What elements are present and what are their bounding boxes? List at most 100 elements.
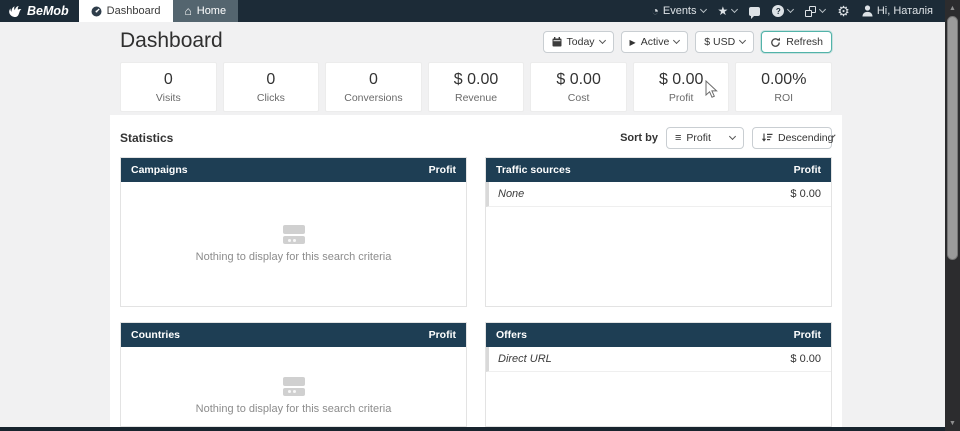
scroll-up-button[interactable]: ▲ <box>945 1 960 15</box>
panel-title: Countries <box>131 329 180 341</box>
stat-label: Conversions <box>344 92 402 104</box>
play-icon: ▶ <box>630 38 636 47</box>
stats-summary-row: 0 Visits 0 Clicks 0 Conversions $ 0.00 R… <box>120 62 832 112</box>
windows-menu[interactable] <box>805 6 825 17</box>
sort-field-dropdown[interactable]: ≡ Profit <box>666 127 744 149</box>
stat-value: 0 <box>164 70 173 89</box>
scroll-down-button[interactable]: ▼ <box>945 416 960 430</box>
events-menu[interactable]: ◔ Events <box>652 4 706 18</box>
page-title: Dashboard <box>120 29 223 53</box>
panel-countries-header: Countries Profit <box>121 323 466 347</box>
stat-value: 0 <box>369 70 378 89</box>
refresh-button[interactable]: Refresh <box>761 31 832 53</box>
help-menu[interactable]: ? <box>772 5 793 17</box>
user-menu[interactable]: Hi, Наталія <box>862 5 933 17</box>
tab-dashboard-label: Dashboard <box>107 5 161 17</box>
events-icon: ◔ <box>652 4 659 18</box>
tab-home[interactable]: ⌂ Home <box>173 0 239 22</box>
chevron-down-icon <box>832 134 836 138</box>
help-icon: ? <box>772 5 784 17</box>
stat-value: $ 0.00 <box>659 70 703 89</box>
stat-value: $ 0.00 <box>556 70 600 89</box>
status-filter-label: Active <box>641 36 670 48</box>
user-greeting: Hi, Наталія <box>877 5 933 17</box>
empty-state-text: Nothing to display for this search crite… <box>196 403 392 415</box>
bemob-logo-icon <box>8 4 23 18</box>
chevron-down-icon <box>739 37 746 44</box>
page-scrollbar[interactable]: ▲ ▼ <box>945 0 960 431</box>
stat-card-roi[interactable]: 0.00% ROI <box>735 62 832 112</box>
stat-card-clicks[interactable]: 0 Clicks <box>223 62 320 112</box>
statistics-header: Statistics Sort by ≡ Profit <box>120 126 832 150</box>
panel-campaigns-body: Nothing to display for this search crite… <box>121 182 466 306</box>
row-value: $ 0.00 <box>790 188 821 200</box>
favorites-menu[interactable]: ★ <box>718 4 738 18</box>
chat-icon <box>749 7 760 16</box>
stat-card-visits[interactable]: 0 Visits <box>120 62 217 112</box>
panel-metric: Profit <box>794 164 821 176</box>
panel-countries: Countries Profit Nothing to display for … <box>120 322 467 427</box>
empty-data-icon <box>283 225 305 244</box>
star-icon: ★ <box>718 4 729 18</box>
panel-campaigns: Campaigns Profit Nothing to display for … <box>120 157 467 307</box>
stat-card-conversions[interactable]: 0 Conversions <box>325 62 422 112</box>
table-row[interactable]: None $ 0.00 <box>486 182 831 207</box>
refresh-icon <box>770 37 781 48</box>
panel-countries-body: Nothing to display for this search crite… <box>121 347 466 426</box>
list-icon: ≡ <box>675 132 681 144</box>
stat-label: ROI <box>774 92 793 104</box>
window-bottom-edge <box>0 427 960 431</box>
dashboard-gauge-icon <box>91 6 102 17</box>
panel-title: Campaigns <box>131 164 188 176</box>
currency-label: $ USD <box>704 36 735 48</box>
statistics-section: Statistics Sort by ≡ Profit <box>110 115 842 431</box>
tab-dashboard[interactable]: Dashboard <box>79 0 173 22</box>
stat-label: Visits <box>156 92 181 104</box>
home-icon: ⌂ <box>185 4 192 18</box>
chevron-down-icon <box>699 6 706 13</box>
stat-value: 0 <box>266 70 275 89</box>
status-filter-button[interactable]: ▶ Active <box>621 31 689 53</box>
stat-label: Revenue <box>455 92 497 104</box>
currency-button[interactable]: $ USD <box>695 31 754 53</box>
panel-offers-header: Offers Profit <box>486 323 831 347</box>
panel-campaigns-header: Campaigns Profit <box>121 158 466 182</box>
panel-traffic-sources-header: Traffic sources Profit <box>486 158 831 182</box>
empty-state: Nothing to display for this search crite… <box>121 347 466 426</box>
top-navbar: BeMob Dashboard ⌂ Home ◔ Events ★ ? <box>0 0 960 22</box>
panel-traffic-sources: Traffic sources Profit None $ 0.00 <box>485 157 832 307</box>
panel-metric: Profit <box>429 164 456 176</box>
chat-button[interactable] <box>749 7 760 16</box>
date-range-button[interactable]: Today <box>543 31 614 53</box>
panel-offers-body: Direct URL $ 0.00 <box>486 347 831 426</box>
tab-home-label: Home <box>197 5 226 17</box>
sort-descending-icon <box>761 133 773 143</box>
sort-order-value: Descending <box>778 132 833 144</box>
statistics-heading: Statistics <box>120 131 173 145</box>
copy-icon <box>805 6 816 17</box>
panel-traffic-sources-body: None $ 0.00 <box>486 182 831 306</box>
settings-button[interactable]: ⚙ <box>837 3 850 20</box>
scrollbar-thumb[interactable] <box>947 16 958 260</box>
stat-card-cost[interactable]: $ 0.00 Cost <box>530 62 627 112</box>
stat-card-revenue[interactable]: $ 0.00 Revenue <box>428 62 525 112</box>
events-label: Events <box>663 5 697 17</box>
table-row[interactable]: Direct URL $ 0.00 <box>486 347 831 372</box>
stat-value: 0.00% <box>761 70 806 89</box>
bemob-logo[interactable]: BeMob <box>0 0 79 22</box>
row-name: None <box>498 188 524 200</box>
sort-order-dropdown[interactable]: Descending <box>752 127 832 149</box>
gear-icon: ⚙ <box>837 3 850 20</box>
sort-field-value: Profit <box>686 132 711 144</box>
sort-controls: Sort by ≡ Profit Descendin <box>620 127 832 149</box>
empty-state: Nothing to display for this search crite… <box>121 182 466 306</box>
panel-metric: Profit <box>429 329 456 341</box>
chevron-down-icon <box>731 6 738 13</box>
logo-text: BeMob <box>27 4 69 18</box>
stat-card-profit[interactable]: $ 0.00 Profit <box>633 62 730 112</box>
navbar-right-menu: ◔ Events ★ ? ⚙ Hi, Наталія <box>652 0 933 22</box>
row-value: $ 0.00 <box>790 353 821 365</box>
sort-by-label: Sort by <box>620 132 658 144</box>
stat-label: Clicks <box>257 92 285 104</box>
chevron-down-icon <box>787 6 794 13</box>
